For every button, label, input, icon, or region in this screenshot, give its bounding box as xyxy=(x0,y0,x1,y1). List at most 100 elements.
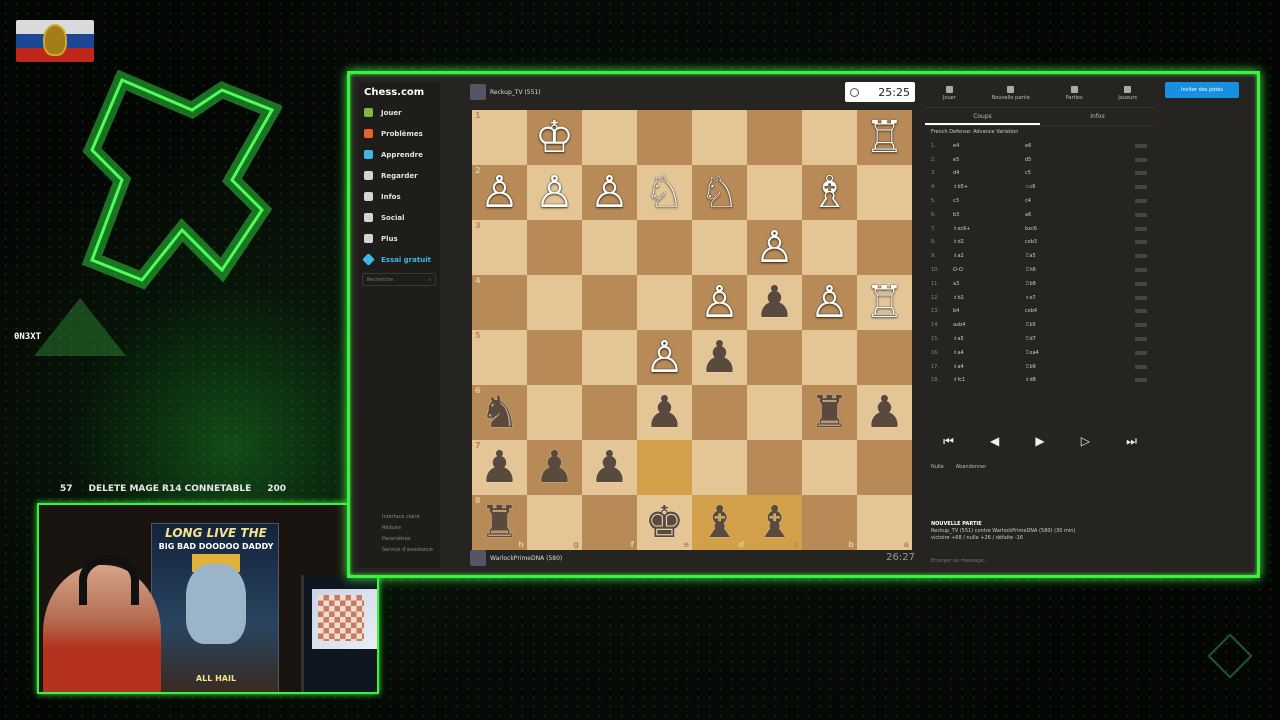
board-square[interactable]: ♙ xyxy=(527,165,582,220)
black-pawn-icon[interactable]: ♟ xyxy=(865,390,904,435)
board-square[interactable] xyxy=(692,110,747,165)
black-move[interactable]: e6 xyxy=(1025,143,1135,149)
tab-new-game[interactable]: Nouvelle partie xyxy=(992,82,1030,107)
white-rook-icon[interactable]: ♖ xyxy=(865,115,904,160)
chess-board[interactable]: 1 ♔ ♖ 2 ♙ ♙ ♙ ♘ ♘ ♗ 3 ♙ 4 ♙ ♟ ♙ ♖ 5 ♙ ♟ 6 ♞ ♟ ♜ ♟ 7 ♟ ♟ ♟ 8 h ♜ g f e ♚ d ♝ c ♝… xyxy=(472,110,912,550)
invite-friends-button[interactable]: Inviter des potes xyxy=(1165,82,1239,98)
black-pawn-icon[interactable]: ♟ xyxy=(645,390,684,435)
sidebar-item-more[interactable]: Plus xyxy=(358,228,440,249)
board-square[interactable]: 4 xyxy=(472,275,527,330)
black-pawn-icon[interactable]: ♟ xyxy=(755,280,794,325)
board-square[interactable] xyxy=(692,220,747,275)
white-move[interactable]: a3 xyxy=(953,281,1025,287)
board-square[interactable] xyxy=(582,385,637,440)
black-move[interactable]: ♖d7 xyxy=(1025,336,1135,342)
white-move[interactable]: b3 xyxy=(953,212,1025,218)
white-rook-icon[interactable]: ♖ xyxy=(865,280,904,325)
black-move[interactable]: c4 xyxy=(1025,198,1135,204)
white-move[interactable]: O-O xyxy=(953,267,1025,273)
search-input[interactable]: Recherche ⌕ xyxy=(362,273,436,286)
black-move[interactable]: ♗e7 xyxy=(1025,295,1135,301)
board-square[interactable] xyxy=(747,385,802,440)
white-move[interactable]: c3 xyxy=(953,198,1025,204)
black-move[interactable]: a6 xyxy=(1025,212,1135,218)
board-square[interactable] xyxy=(857,330,912,385)
black-move[interactable]: cxb4 xyxy=(1025,308,1135,314)
board-square[interactable]: 1 xyxy=(472,110,527,165)
sidebar-item-social[interactable]: Social xyxy=(358,207,440,228)
black-move[interactable]: ♖b8 xyxy=(1025,281,1135,287)
black-knight-icon[interactable]: ♞ xyxy=(480,390,519,435)
board-square[interactable]: ♟ xyxy=(857,385,912,440)
board-square[interactable]: ♘ xyxy=(692,165,747,220)
black-pawn-icon[interactable]: ♟ xyxy=(700,335,739,380)
board-square[interactable] xyxy=(857,220,912,275)
board-square[interactable] xyxy=(527,275,582,330)
white-move[interactable]: ♗fc1 xyxy=(953,377,1025,383)
board-square[interactable]: 5 xyxy=(472,330,527,385)
link-settings[interactable]: Paramètres xyxy=(382,534,438,545)
white-pawn-icon[interactable]: ♙ xyxy=(480,170,519,215)
player-name[interactable]: WarlockPrimeDNA (580) xyxy=(490,555,562,562)
board-square[interactable] xyxy=(747,110,802,165)
previous-move-icon[interactable]: ◀ xyxy=(990,434,999,449)
board-square[interactable] xyxy=(692,440,747,495)
board-square[interactable] xyxy=(802,440,857,495)
board-square[interactable] xyxy=(802,220,857,275)
white-bishop-icon[interactable]: ♗ xyxy=(810,170,849,215)
tab-moves[interactable]: Coups xyxy=(925,108,1040,125)
tab-play[interactable]: Jouer xyxy=(943,82,956,107)
black-king-icon[interactable]: ♚ xyxy=(645,500,684,545)
board-square[interactable]: f xyxy=(582,495,637,550)
board-square[interactable]: ♟ xyxy=(747,275,802,330)
board-square[interactable]: ♟ xyxy=(637,385,692,440)
board-square[interactable]: ♔ xyxy=(527,110,582,165)
sidebar-item-play[interactable]: Jouer xyxy=(358,102,440,123)
board-square[interactable]: b xyxy=(802,495,857,550)
board-square[interactable]: ♙ xyxy=(802,275,857,330)
black-pawn-icon[interactable]: ♟ xyxy=(590,445,629,490)
white-move[interactable]: ♗a5 xyxy=(953,336,1025,342)
play-icon[interactable]: ▶ xyxy=(1035,434,1044,449)
board-square[interactable]: g xyxy=(527,495,582,550)
white-move[interactable]: ♗a4 xyxy=(953,350,1025,356)
board-square[interactable]: a xyxy=(857,495,912,550)
white-move[interactable]: e4 xyxy=(953,143,1025,149)
board-square[interactable]: ♟ xyxy=(692,330,747,385)
black-move[interactable]: ♖xa4 xyxy=(1025,350,1135,356)
board-square[interactable] xyxy=(802,330,857,385)
board-square[interactable] xyxy=(637,110,692,165)
board-square[interactable]: e ♚ xyxy=(637,495,692,550)
link-collapse[interactable]: Réduire xyxy=(382,523,438,534)
black-rook-icon[interactable]: ♜ xyxy=(480,500,519,545)
brand-logo[interactable]: Chess.com xyxy=(358,82,440,102)
tab-players[interactable]: Joueurs xyxy=(1118,82,1137,107)
opponent-name[interactable]: Reckup_TV (551) xyxy=(490,89,541,96)
board-square[interactable] xyxy=(747,440,802,495)
avatar[interactable] xyxy=(470,84,486,100)
avatar[interactable] xyxy=(470,550,486,566)
resign-button[interactable]: Abandonner xyxy=(956,464,987,470)
board-square[interactable]: ♘ xyxy=(637,165,692,220)
link-support[interactable]: Service d'assistance xyxy=(382,545,438,556)
sidebar-item-puzzles[interactable]: Problèmes xyxy=(358,123,440,144)
board-square[interactable]: 2 ♙ xyxy=(472,165,527,220)
white-pawn-icon[interactable]: ♙ xyxy=(755,225,794,270)
board-square[interactable]: 7 ♟ xyxy=(472,440,527,495)
white-king-icon[interactable]: ♔ xyxy=(535,115,574,160)
white-move[interactable]: ♗xc6+ xyxy=(953,226,1025,232)
board-square[interactable]: 8 h ♜ xyxy=(472,495,527,550)
next-move-icon[interactable]: ▷ xyxy=(1081,434,1090,449)
board-square[interactable]: ♜ xyxy=(802,385,857,440)
black-move[interactable]: bxc6 xyxy=(1025,226,1135,232)
link-light-interface[interactable]: Interface claire xyxy=(382,512,438,523)
white-move[interactable]: ♗a2 xyxy=(953,253,1025,259)
white-move[interactable]: e5 xyxy=(953,157,1025,163)
board-square[interactable] xyxy=(582,330,637,385)
sidebar-item-free-trial[interactable]: Essai gratuit xyxy=(358,249,440,270)
board-square[interactable]: ♟ xyxy=(527,440,582,495)
black-move[interactable]: ♖b5 xyxy=(1025,322,1135,328)
board-square[interactable] xyxy=(857,440,912,495)
black-pawn-icon[interactable]: ♟ xyxy=(480,445,519,490)
white-knight-icon[interactable]: ♘ xyxy=(645,170,684,215)
